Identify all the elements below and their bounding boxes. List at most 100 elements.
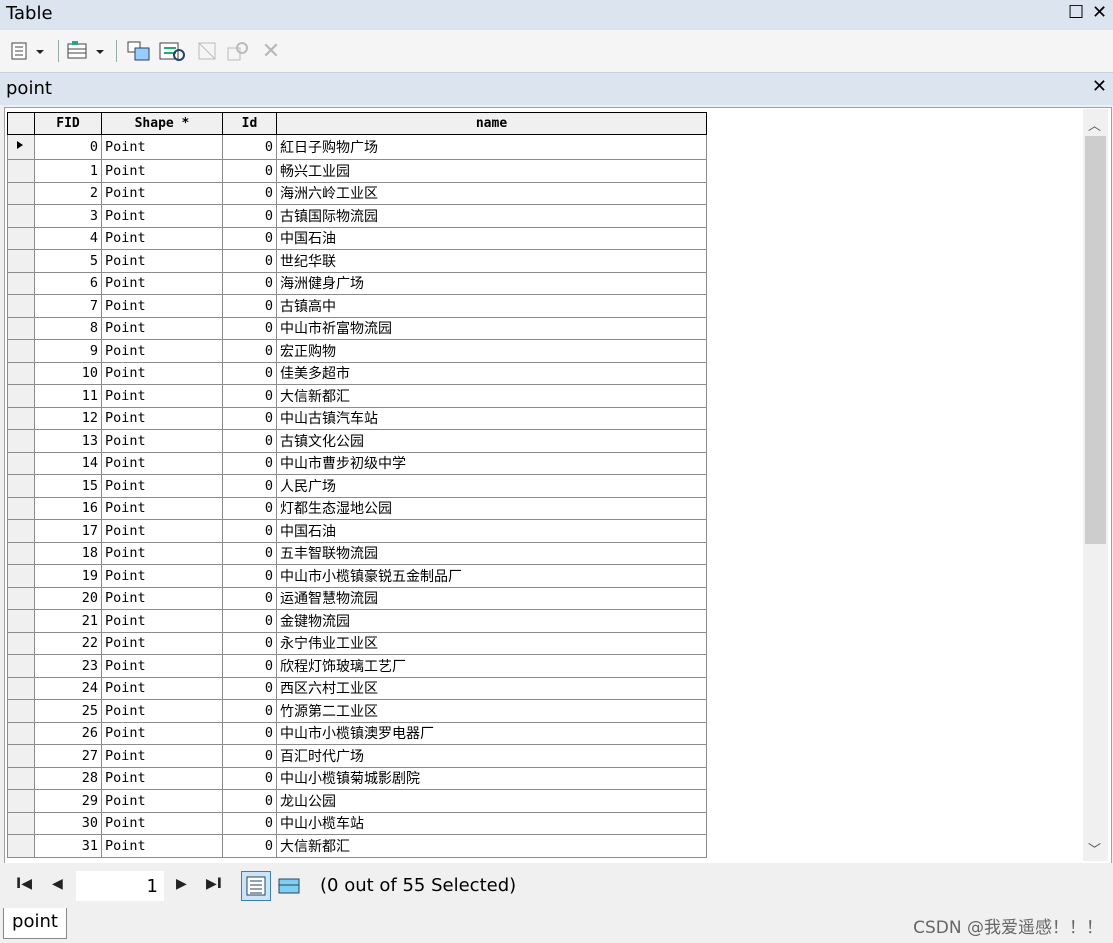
cell-name[interactable]: 佳美多超市	[276, 361, 707, 385]
row-selector[interactable]	[7, 631, 35, 655]
row-selector[interactable]	[7, 811, 35, 835]
cell-id[interactable]: 0	[222, 226, 277, 250]
column-header-selector[interactable]	[7, 112, 35, 135]
table-tab-label[interactable]: point	[6, 78, 52, 99]
cell-shape[interactable]: Point	[101, 294, 223, 318]
table-row[interactable]: 29 Point 0 龙山公园	[7, 789, 707, 813]
cell-id[interactable]: 0	[222, 316, 277, 340]
vertical-scrollbar[interactable]: ︿ ﹀	[1083, 109, 1108, 861]
row-selector[interactable]	[7, 609, 35, 633]
cell-id[interactable]: 0	[222, 631, 277, 655]
cell-id[interactable]: 0	[222, 721, 277, 745]
row-selector[interactable]	[7, 699, 35, 723]
cell-name[interactable]: 竹源第二工业区	[276, 699, 707, 723]
row-selector[interactable]	[7, 204, 35, 228]
cell-shape[interactable]: Point	[101, 699, 223, 723]
cell-id[interactable]: 0	[222, 609, 277, 633]
cell-fid[interactable]: 23	[34, 654, 102, 678]
cell-id[interactable]: 0	[222, 249, 277, 273]
cell-shape[interactable]: Point	[101, 384, 223, 408]
cell-fid[interactable]: 19	[34, 564, 102, 588]
table-row[interactable]: 24 Point 0 西区六村工业区	[7, 676, 707, 700]
table-row[interactable]: 0 Point 0 紅日子购物广场	[7, 134, 707, 160]
cell-shape[interactable]: Point	[101, 519, 223, 543]
select-by-attributes-button[interactable]	[126, 40, 152, 62]
row-selector[interactable]	[7, 519, 35, 543]
cell-name[interactable]: 运通智慧物流园	[276, 586, 707, 610]
cell-id[interactable]: 0	[222, 159, 277, 183]
show-all-records-button[interactable]	[241, 871, 271, 901]
cell-shape[interactable]: Point	[101, 609, 223, 633]
column-header-shape[interactable]: Shape *	[101, 112, 223, 135]
table-row[interactable]: 15 Point 0 人民广场	[7, 474, 707, 498]
table-row[interactable]: 10 Point 0 佳美多超市	[7, 361, 707, 385]
cell-name[interactable]: 人民广场	[276, 474, 707, 498]
cell-shape[interactable]: Point	[101, 564, 223, 588]
cell-name[interactable]: 紅日子购物广场	[276, 134, 707, 160]
previous-record-icon[interactable]: ◀	[52, 876, 63, 892]
cell-id[interactable]: 0	[222, 744, 277, 768]
table-row[interactable]: 4 Point 0 中国石油	[7, 226, 707, 250]
row-selector[interactable]	[7, 789, 35, 813]
maximize-button[interactable]: ☐	[1068, 2, 1084, 23]
cell-id[interactable]: 0	[222, 204, 277, 228]
cell-id[interactable]: 0	[222, 294, 277, 318]
cell-shape[interactable]: Point	[101, 834, 223, 858]
row-selector[interactable]	[7, 361, 35, 385]
cell-fid[interactable]: 10	[34, 361, 102, 385]
cell-shape[interactable]: Point	[101, 226, 223, 250]
cell-id[interactable]: 0	[222, 181, 277, 205]
cell-id[interactable]: 0	[222, 811, 277, 835]
cell-name[interactable]: 中山古镇汽车站	[276, 406, 707, 430]
cell-fid[interactable]: 20	[34, 586, 102, 610]
cell-fid[interactable]: 26	[34, 721, 102, 745]
cell-name[interactable]: 大信新都汇	[276, 384, 707, 408]
cell-shape[interactable]: Point	[101, 811, 223, 835]
table-row[interactable]: 2 Point 0 海洲六岭工业区	[7, 181, 707, 205]
cell-id[interactable]: 0	[222, 519, 277, 543]
cell-id[interactable]: 0	[222, 766, 277, 790]
first-record-icon[interactable]: I◀	[16, 876, 32, 892]
delete-selected-icon[interactable]: ✕	[260, 39, 282, 64]
cell-shape[interactable]: Point	[101, 474, 223, 498]
table-row[interactable]: 26 Point 0 中山市小榄镇澳罗电器厂	[7, 721, 707, 745]
cell-shape[interactable]: Point	[101, 654, 223, 678]
cell-id[interactable]: 0	[222, 406, 277, 430]
cell-name[interactable]: 中国石油	[276, 226, 707, 250]
row-selector[interactable]	[7, 766, 35, 790]
cell-name[interactable]: 中国石油	[276, 519, 707, 543]
cell-name[interactable]: 龙山公园	[276, 789, 707, 813]
scroll-thumb[interactable]	[1085, 136, 1106, 544]
cell-name[interactable]: 古镇高中	[276, 294, 707, 318]
row-selector[interactable]	[7, 429, 35, 453]
show-selected-records-button[interactable]	[274, 871, 304, 901]
cell-name[interactable]: 大信新都汇	[276, 834, 707, 858]
cell-name[interactable]: 世纪华联	[276, 249, 707, 273]
cell-name[interactable]: 五丰智联物流园	[276, 541, 707, 565]
cell-id[interactable]: 0	[222, 429, 277, 453]
cell-name[interactable]: 中山市小榄镇澳罗电器厂	[276, 721, 707, 745]
cell-fid[interactable]: 5	[34, 249, 102, 273]
table-row[interactable]: 13 Point 0 古镇文化公园	[7, 429, 707, 453]
cell-id[interactable]: 0	[222, 339, 277, 363]
row-selector[interactable]	[7, 384, 35, 408]
cell-name[interactable]: 金键物流园	[276, 609, 707, 633]
cell-fid[interactable]: 25	[34, 699, 102, 723]
row-selector[interactable]	[7, 406, 35, 430]
table-row[interactable]: 22 Point 0 永宁伟业工业区	[7, 631, 707, 655]
row-selector[interactable]	[7, 721, 35, 745]
cell-shape[interactable]: Point	[101, 496, 223, 520]
cell-fid[interactable]: 27	[34, 744, 102, 768]
cell-name[interactable]: 中山市祈富物流园	[276, 316, 707, 340]
table-row[interactable]: 14 Point 0 中山市曹步初级中学	[7, 451, 707, 475]
cell-name[interactable]: 海洲健身广场	[276, 271, 707, 295]
cell-fid[interactable]: 31	[34, 834, 102, 858]
cell-fid[interactable]: 24	[34, 676, 102, 700]
cell-id[interactable]: 0	[222, 541, 277, 565]
column-header-id[interactable]: Id	[222, 112, 277, 135]
scroll-down-icon[interactable]: ﹀	[1088, 839, 1101, 858]
cell-id[interactable]: 0	[222, 564, 277, 588]
table-row[interactable]: 27 Point 0 百汇时代广场	[7, 744, 707, 768]
switch-selection-button[interactable]	[158, 40, 186, 62]
cell-id[interactable]: 0	[222, 676, 277, 700]
